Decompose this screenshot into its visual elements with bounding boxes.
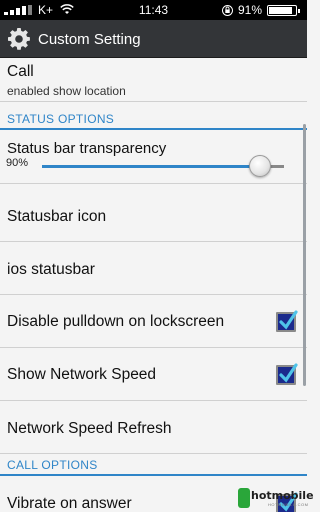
transparency-setting-title: Status bar transparency [7, 140, 167, 157]
transparency-slider-track[interactable] [42, 165, 284, 168]
ios-statusbar-label: ios statusbar [7, 261, 95, 278]
scrollbar[interactable] [303, 124, 306, 386]
call-options-header: CALL OPTIONS [0, 454, 307, 476]
show-network-speed-label: Show Network Speed [7, 366, 157, 383]
disable-pulldown-label: Disable pulldown on lockscreen [7, 313, 225, 330]
statusbar-icon-label: Statusbar icon [7, 208, 107, 225]
battery-percent: 91% [238, 3, 263, 17]
watermark-text: hotmobile [251, 489, 314, 502]
show-network-speed-item[interactable]: Show Network Speed [0, 349, 307, 401]
action-bar: Custom Setting [0, 20, 307, 58]
ios-statusbar-item[interactable]: ios statusbar [0, 243, 307, 295]
disable-pulldown-item[interactable]: Disable pulldown on lockscreen [0, 296, 307, 348]
transparency-slider-thumb[interactable] [248, 155, 271, 177]
watermark-logo: hotmobile HOTMOBILE.COM [238, 486, 314, 512]
network-speed-refresh-label: Network Speed Refresh [7, 420, 172, 437]
status-options-header: STATUS OPTIONS [0, 108, 307, 130]
battery-icon [267, 5, 300, 16]
checkmark-icon [279, 310, 298, 330]
call-options-label: CALL OPTIONS [7, 458, 98, 472]
vibrate-on-answer-label: Vibrate on answer [7, 495, 132, 512]
statusbar-icon-item[interactable]: Statusbar icon [0, 190, 307, 242]
call-setting-title: Call [7, 63, 34, 80]
phone-logo-icon [238, 488, 250, 508]
call-setting-item[interactable]: Call enabled show location [0, 58, 307, 102]
gear-icon[interactable] [7, 27, 31, 51]
transparency-value: 90% [6, 157, 29, 169]
status-bar: K+ 11:43 91% [0, 0, 307, 20]
settings-list[interactable]: Call enabled show location STATUS OPTION… [0, 58, 307, 512]
network-speed-refresh-item[interactable]: Network Speed Refresh [0, 402, 307, 454]
rotation-lock-icon [222, 5, 233, 16]
checkmark-icon [279, 363, 298, 383]
call-setting-summary: enabled show location [7, 84, 126, 98]
transparency-setting-item[interactable]: Status bar transparency 90% [0, 132, 307, 184]
disable-pulldown-checkbox[interactable] [276, 310, 298, 332]
watermark-subtext: HOTMOBILE.COM [268, 502, 309, 507]
show-network-speed-checkbox[interactable] [276, 363, 298, 385]
page-title: Custom Setting [38, 31, 141, 48]
status-options-label: STATUS OPTIONS [7, 112, 115, 126]
